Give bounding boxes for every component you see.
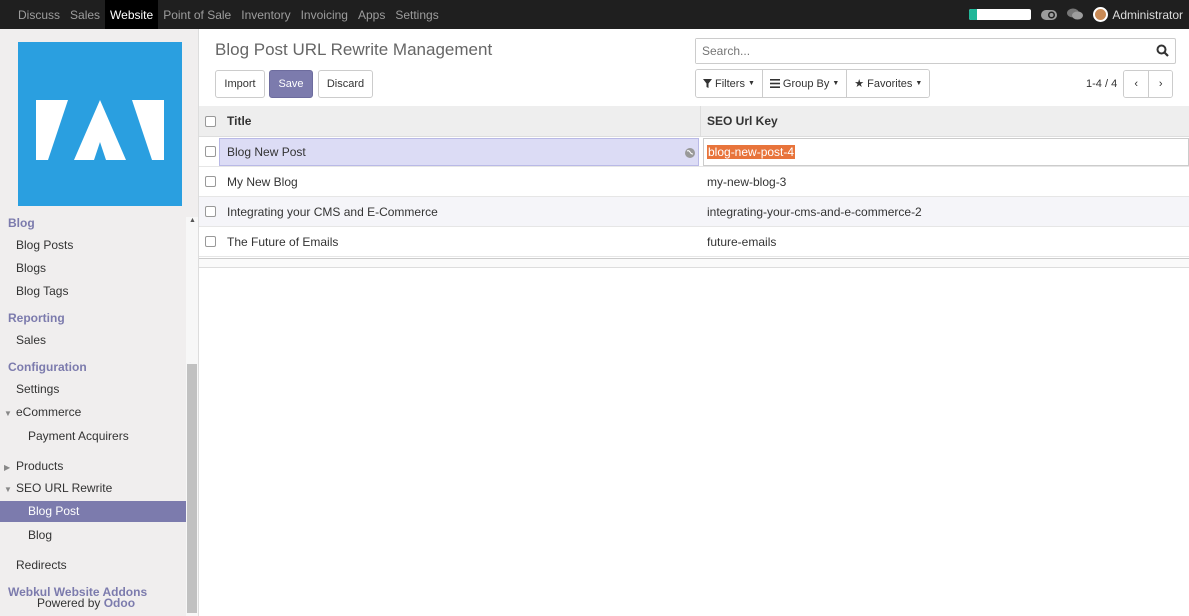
menu-inventory[interactable]: Inventory xyxy=(236,0,295,29)
webkul-logo-icon xyxy=(36,100,164,160)
row-title[interactable]: Blog New Post xyxy=(227,145,306,159)
column-header-title[interactable]: Title xyxy=(227,114,251,128)
search-box xyxy=(695,38,1176,64)
row-checkbox[interactable] xyxy=(205,206,216,217)
selected-text: blog-new-post-4 xyxy=(707,144,796,159)
favorites-label: Favorites xyxy=(867,77,913,90)
sidebar-section-reporting: Reporting xyxy=(8,311,65,325)
table-row[interactable]: Integrating your CMS and E-Commerce inte… xyxy=(199,197,1189,227)
column-header-seo-url-key[interactable]: SEO Url Key xyxy=(707,114,778,128)
pager-value[interactable]: 1-4 / 4 xyxy=(1086,78,1117,90)
powered-by: Powered by Odoo xyxy=(37,596,135,610)
row-checkbox[interactable] xyxy=(205,146,216,157)
planner-progress-fill xyxy=(969,9,977,20)
star-icon: ★ xyxy=(854,78,865,90)
menu-point-of-sale[interactable]: Point of Sale xyxy=(158,0,236,29)
sidebar-item-blog-tags[interactable]: Blog Tags xyxy=(16,284,198,298)
avatar xyxy=(1093,7,1109,22)
filters-label: Filters xyxy=(715,77,745,90)
user-menu[interactable]: Administrator xyxy=(1093,7,1183,22)
pager-buttons: ‹ › xyxy=(1123,70,1174,98)
favorites-dropdown[interactable]: ★ Favorites ▼ xyxy=(847,70,930,97)
table-row[interactable]: My New Blog my-new-blog-3 xyxy=(199,167,1189,197)
filter-icon xyxy=(703,79,712,88)
menu-sales[interactable]: Sales xyxy=(65,0,105,29)
group-by-dropdown[interactable]: Group By ▼ xyxy=(762,70,848,97)
sidebar-item-blog-post[interactable]: Blog Post xyxy=(0,501,186,522)
table-footer xyxy=(199,258,1189,268)
caret-down-icon: ▼ xyxy=(4,409,12,418)
row-title[interactable]: My New Blog xyxy=(227,175,298,189)
row-seo-url-key[interactable]: blog-new-post-4 xyxy=(707,144,796,159)
globe-translate-icon[interactable] xyxy=(685,147,695,161)
select-all-checkbox[interactable] xyxy=(205,115,216,127)
table-header: Title SEO Url Key xyxy=(199,106,1189,137)
sidebar-scrollbar-thumb[interactable] xyxy=(187,364,197,613)
menu-invoicing[interactable]: Invoicing xyxy=(296,0,353,29)
filters-dropdown[interactable]: Filters ▼ xyxy=(696,70,763,97)
sidebar: Blog Blog Posts Blogs Blog Tags Reportin… xyxy=(0,29,199,616)
sidebar-item-redirects[interactable]: Redirects xyxy=(16,558,198,572)
column-divider xyxy=(700,106,701,136)
row-checkbox[interactable] xyxy=(205,236,216,247)
import-button[interactable]: Import xyxy=(215,70,265,98)
discuss-toggle-icon[interactable] xyxy=(1041,7,1058,23)
powered-by-label: Powered by xyxy=(37,596,104,610)
sidebar-item-seo-url-rewrite[interactable]: ▼ SEO URL Rewrite xyxy=(4,481,198,495)
list-view: Title SEO Url Key Blog New Post blog-new… xyxy=(199,106,1189,257)
page-title: Blog Post URL Rewrite Management xyxy=(215,40,493,59)
search-input[interactable] xyxy=(696,39,1136,63)
sidebar-item-blogs[interactable]: Blogs xyxy=(16,261,198,275)
table-row-editing[interactable]: Blog New Post blog-new-post-4 xyxy=(199,137,1189,167)
top-navbar: Discuss Sales Website Point of Sale Inve… xyxy=(0,0,1189,29)
planner-progress-bar[interactable] xyxy=(969,9,1032,20)
sidebar-item-products-label: Products xyxy=(16,459,64,473)
pager-previous-button[interactable]: ‹ xyxy=(1124,71,1149,97)
sidebar-item-blog-posts[interactable]: Blog Posts xyxy=(16,238,198,252)
search-icon[interactable] xyxy=(1156,44,1169,60)
company-logo xyxy=(18,42,182,206)
menu-website[interactable]: Website xyxy=(105,0,159,29)
systray: Administrator xyxy=(969,0,1183,29)
caret-down-icon: ▼ xyxy=(747,80,755,87)
row-seo-url-key[interactable]: integrating-your-cms-and-e-commerce-2 xyxy=(707,205,922,219)
sidebar-section-blog: Blog xyxy=(8,216,35,230)
caret-right-icon: ▶ xyxy=(4,463,11,472)
chevron-right-icon: › xyxy=(1158,78,1163,90)
pager: 1-4 / 4 ‹ › xyxy=(1086,70,1174,98)
row-title[interactable]: Integrating your CMS and E-Commerce xyxy=(227,205,438,219)
caret-down-icon: ▼ xyxy=(4,485,12,494)
sidebar-item-sales[interactable]: Sales xyxy=(16,333,198,347)
sidebar-item-seo-label: SEO URL Rewrite xyxy=(16,481,113,495)
sidebar-item-seo-blog[interactable]: Blog xyxy=(28,528,198,542)
save-button[interactable]: Save xyxy=(269,70,313,98)
menu-settings[interactable]: Settings xyxy=(390,0,443,29)
search-options: Filters ▼ Group By ▼ ★ Favorites ▼ xyxy=(695,69,931,98)
table-row[interactable]: The Future of Emails future-emails xyxy=(199,227,1189,257)
row-checkbox[interactable] xyxy=(205,176,216,187)
sidebar-item-products[interactable]: ▶ Products xyxy=(4,459,198,473)
caret-down-icon: ▼ xyxy=(915,80,923,87)
menu-apps[interactable]: Apps xyxy=(353,0,390,29)
row-seo-url-key[interactable]: future-emails xyxy=(707,235,776,249)
sidebar-item-ecommerce[interactable]: ▼ eCommerce xyxy=(4,405,198,419)
menu-discuss[interactable]: Discuss xyxy=(13,0,65,29)
sidebar-section-configuration: Configuration xyxy=(8,360,87,374)
pager-next-button[interactable]: › xyxy=(1148,71,1173,97)
sidebar-item-payment-acquirers[interactable]: Payment Acquirers xyxy=(28,429,198,443)
sidebar-item-settings[interactable]: Settings xyxy=(16,382,198,396)
scroll-up-arrow-icon[interactable]: ▲ xyxy=(189,217,196,224)
group-by-label: Group By xyxy=(782,77,830,90)
discard-button[interactable]: Discard xyxy=(318,70,373,98)
caret-down-icon: ▼ xyxy=(832,80,840,87)
chat-bubbles-icon[interactable] xyxy=(1067,7,1084,23)
app-menu: Discuss Sales Website Point of Sale Inve… xyxy=(0,0,444,29)
user-name: Administrator xyxy=(1112,7,1183,22)
row-title[interactable]: The Future of Emails xyxy=(227,235,338,249)
odoo-brand[interactable]: Odoo xyxy=(104,596,135,610)
group-by-icon xyxy=(769,79,780,88)
sidebar-item-ecommerce-label: eCommerce xyxy=(16,405,82,419)
row-seo-url-key[interactable]: my-new-blog-3 xyxy=(707,175,786,189)
chevron-left-icon: ‹ xyxy=(1134,78,1139,90)
